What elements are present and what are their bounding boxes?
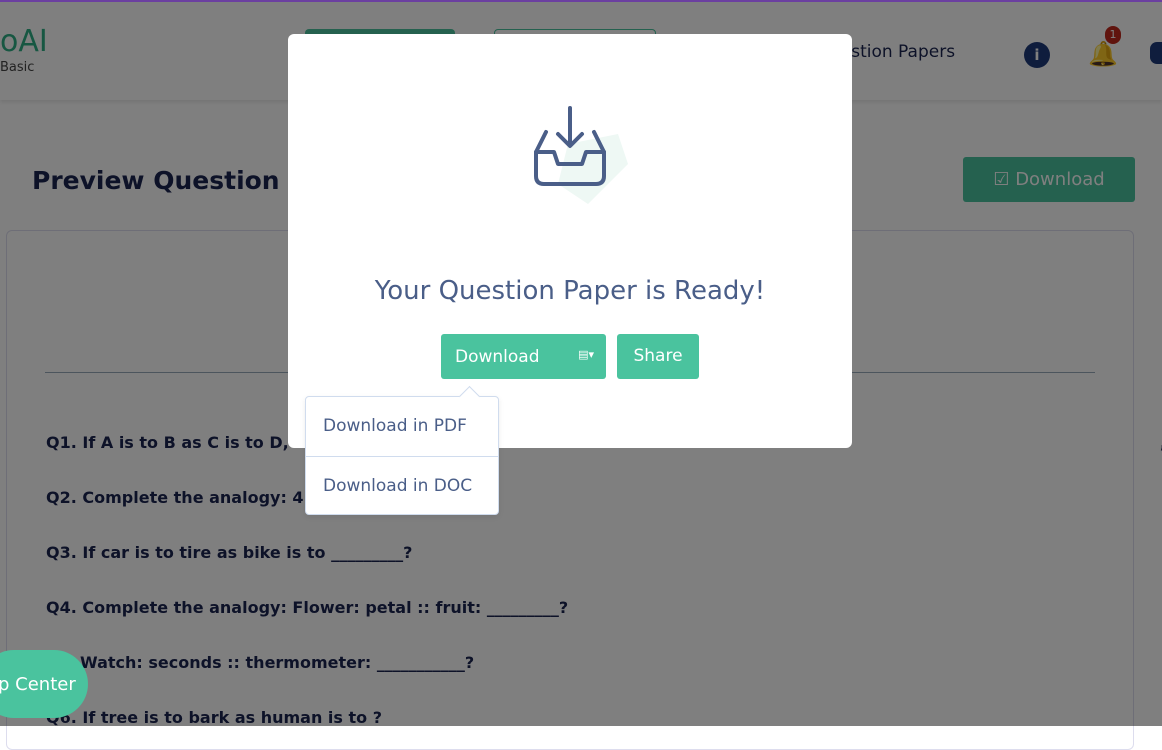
download-label: Download	[455, 347, 540, 367]
share-button[interactable]: Share	[617, 334, 699, 379]
inbox-download-icon	[534, 106, 628, 204]
menu-item-pdf[interactable]: Download in PDF	[306, 397, 498, 456]
modal-download-dropdown[interactable]: Download ▤▾	[441, 334, 606, 379]
top-border	[0, 0, 1162, 2]
menu-item-doc[interactable]: Download in DOC	[306, 456, 498, 515]
download-menu: Download in PDF Download in DOC	[305, 396, 499, 515]
help-center-button[interactable]: p Center	[0, 650, 88, 718]
caret-down-icon: ▤▾	[578, 348, 594, 361]
modal-title: Your Question Paper is Ready!	[374, 276, 766, 306]
ready-modal: Your Question Paper is Ready! Download ▤▾…	[288, 34, 852, 448]
